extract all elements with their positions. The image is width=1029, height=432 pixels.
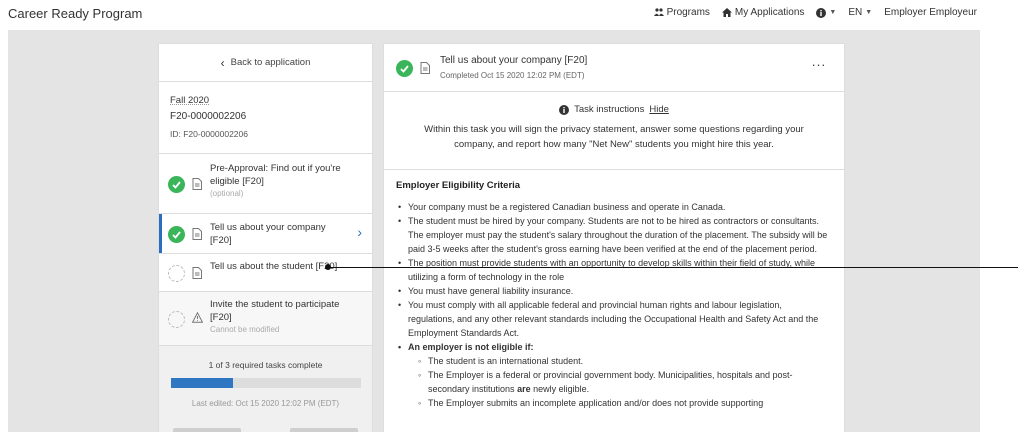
application-meta: Fall 2020 F20-0000002206 ID: F20-0000002… — [159, 82, 372, 154]
task-completed-date: Completed Oct 15 2020 12:02 PM (EDT) — [440, 71, 585, 80]
application-id: ID: F20-0000002206 — [170, 129, 248, 139]
task-instructions: Task instructions Hide Within this task … — [384, 92, 844, 170]
warning-icon — [192, 312, 203, 323]
criteria-item: You must comply with all applicable fede… — [396, 298, 830, 340]
sidebar-buttons — [173, 428, 358, 432]
criteria-item: Your company must be a registered Canadi… — [396, 200, 830, 214]
task-sidebar: ‹ Back to application Fall 2020 F20-0000… — [158, 43, 373, 432]
not-eligible-list: The student is an international student.… — [408, 354, 830, 410]
eligibility-criteria: Employer Eligibility Criteria Your compa… — [384, 170, 844, 410]
caret-down-icon: ▼ — [829, 9, 837, 16]
not-eligible-subitem: The Employer submits an incomplete appli… — [416, 396, 830, 410]
nav-programs[interactable]: Programs — [653, 7, 710, 18]
back-to-application-link[interactable]: ‹ Back to application — [159, 44, 372, 82]
more-options-button[interactable]: ··· — [812, 57, 827, 72]
task-title-text: Invite the student to participate [F20] — [210, 299, 340, 323]
criteria-heading: Employer Eligibility Criteria — [396, 180, 521, 191]
top-navbar: Career Ready Program Programs My Applica… — [0, 0, 1029, 28]
language-menu[interactable]: EN ▼ — [848, 7, 872, 18]
user-menu[interactable]: Employer Employeur — [884, 7, 977, 18]
instructions-text: Within this task you will sign the priva… — [424, 124, 804, 150]
content-area: ‹ Back to application Fall 2020 F20-0000… — [8, 30, 980, 432]
caret-down-icon: ▼ — [865, 9, 873, 16]
user-name: Employer Employeur — [884, 7, 977, 18]
sidebar-button-right[interactable] — [290, 428, 358, 432]
chevron-right-icon: › — [357, 224, 362, 240]
info-icon — [559, 104, 570, 115]
chevron-left-icon: ‹ — [220, 55, 225, 70]
progress-bar-fill — [170, 378, 234, 388]
annotation-pointer-line — [328, 267, 1018, 268]
criteria-item: The position must provide students with … — [396, 256, 830, 284]
are-emphasis: are — [517, 384, 531, 394]
sidebar-button-left[interactable] — [173, 428, 241, 432]
language-label: EN — [848, 7, 863, 18]
home-icon — [721, 8, 732, 17]
progress-bar — [170, 378, 361, 388]
instructions-header: Task instructions Hide — [408, 104, 820, 115]
nav-programs-label: Programs — [666, 7, 710, 18]
newly-eligible-text: newly eligible. — [533, 384, 590, 394]
task-detail-title: Tell us about your company [F20] — [440, 55, 588, 66]
help-menu[interactable]: ▼ — [816, 7, 837, 18]
task-item-invite[interactable]: Invite the student to participate [F20] … — [159, 292, 372, 346]
document-icon — [192, 267, 202, 279]
application-code: F20-0000002206 — [170, 111, 247, 122]
task-subtitle: Cannot be modified — [210, 325, 280, 334]
back-label: Back to application — [230, 57, 311, 68]
task-title: Pre-Approval: Find out if you're eligibl… — [210, 162, 346, 200]
annotation-pointer-dot — [325, 264, 331, 270]
task-subtitle: (optional) — [210, 189, 244, 198]
hide-instructions-link[interactable]: Hide — [649, 104, 669, 115]
app-title[interactable]: Career Ready Program — [8, 6, 142, 21]
progress-section: 1 of 3 required tasks complete Last edit… — [159, 346, 372, 432]
task-title-text: Pre-Approval: Find out if you're eligibl… — [210, 163, 341, 187]
criteria-item: The student must be hired by your compan… — [396, 214, 830, 256]
not-eligible-subitem: The student is an international student. — [416, 354, 830, 368]
not-eligible-subitem: The Employer is a federal or provincial … — [416, 368, 830, 396]
check-circle-icon — [396, 60, 413, 77]
document-icon — [420, 62, 430, 74]
check-circle-icon — [168, 176, 185, 193]
task-header: Tell us about your company [F20] Complet… — [384, 44, 844, 92]
not-eligible-heading: An employer is not eligible if: — [408, 342, 534, 352]
nav-my-applications[interactable]: My Applications — [721, 7, 805, 18]
term-link[interactable]: Fall 2020 — [170, 95, 362, 106]
progress-text: 1 of 3 required tasks complete — [208, 360, 323, 370]
empty-circle-icon — [168, 311, 185, 328]
not-eligible-subitem-text: The Employer is a federal or provincial … — [428, 370, 793, 394]
top-nav: Programs My Applications ▼ EN ▼ Employer… — [653, 7, 977, 18]
people-icon — [653, 8, 664, 16]
task-title: Tell us about your company [F20] — [210, 222, 326, 246]
criteria-item: You must have general liability insuranc… — [396, 284, 830, 298]
task-title: Invite the student to participate [F20] … — [210, 298, 346, 336]
criteria-list: Your company must be a registered Canadi… — [396, 200, 830, 410]
not-eligible-item: An employer is not eligible if: The stud… — [396, 340, 830, 410]
task-item-pre-approval[interactable]: Pre-Approval: Find out if you're eligibl… — [159, 154, 372, 214]
task-item-student[interactable]: Tell us about the student [F20] — [159, 254, 372, 292]
check-circle-icon — [168, 226, 185, 243]
instructions-label: Task instructions — [574, 104, 645, 115]
task-detail-panel: Tell us about your company [F20] Complet… — [383, 43, 845, 432]
info-icon — [816, 7, 827, 18]
document-icon — [192, 228, 202, 240]
empty-circle-icon — [168, 265, 185, 282]
task-item-company[interactable]: Tell us about your company [F20] › — [159, 214, 372, 254]
document-icon — [192, 178, 202, 190]
nav-my-applications-label: My Applications — [734, 7, 805, 18]
last-edited: Last edited: Oct 15 2020 12:02 PM (EDT) — [191, 399, 340, 408]
